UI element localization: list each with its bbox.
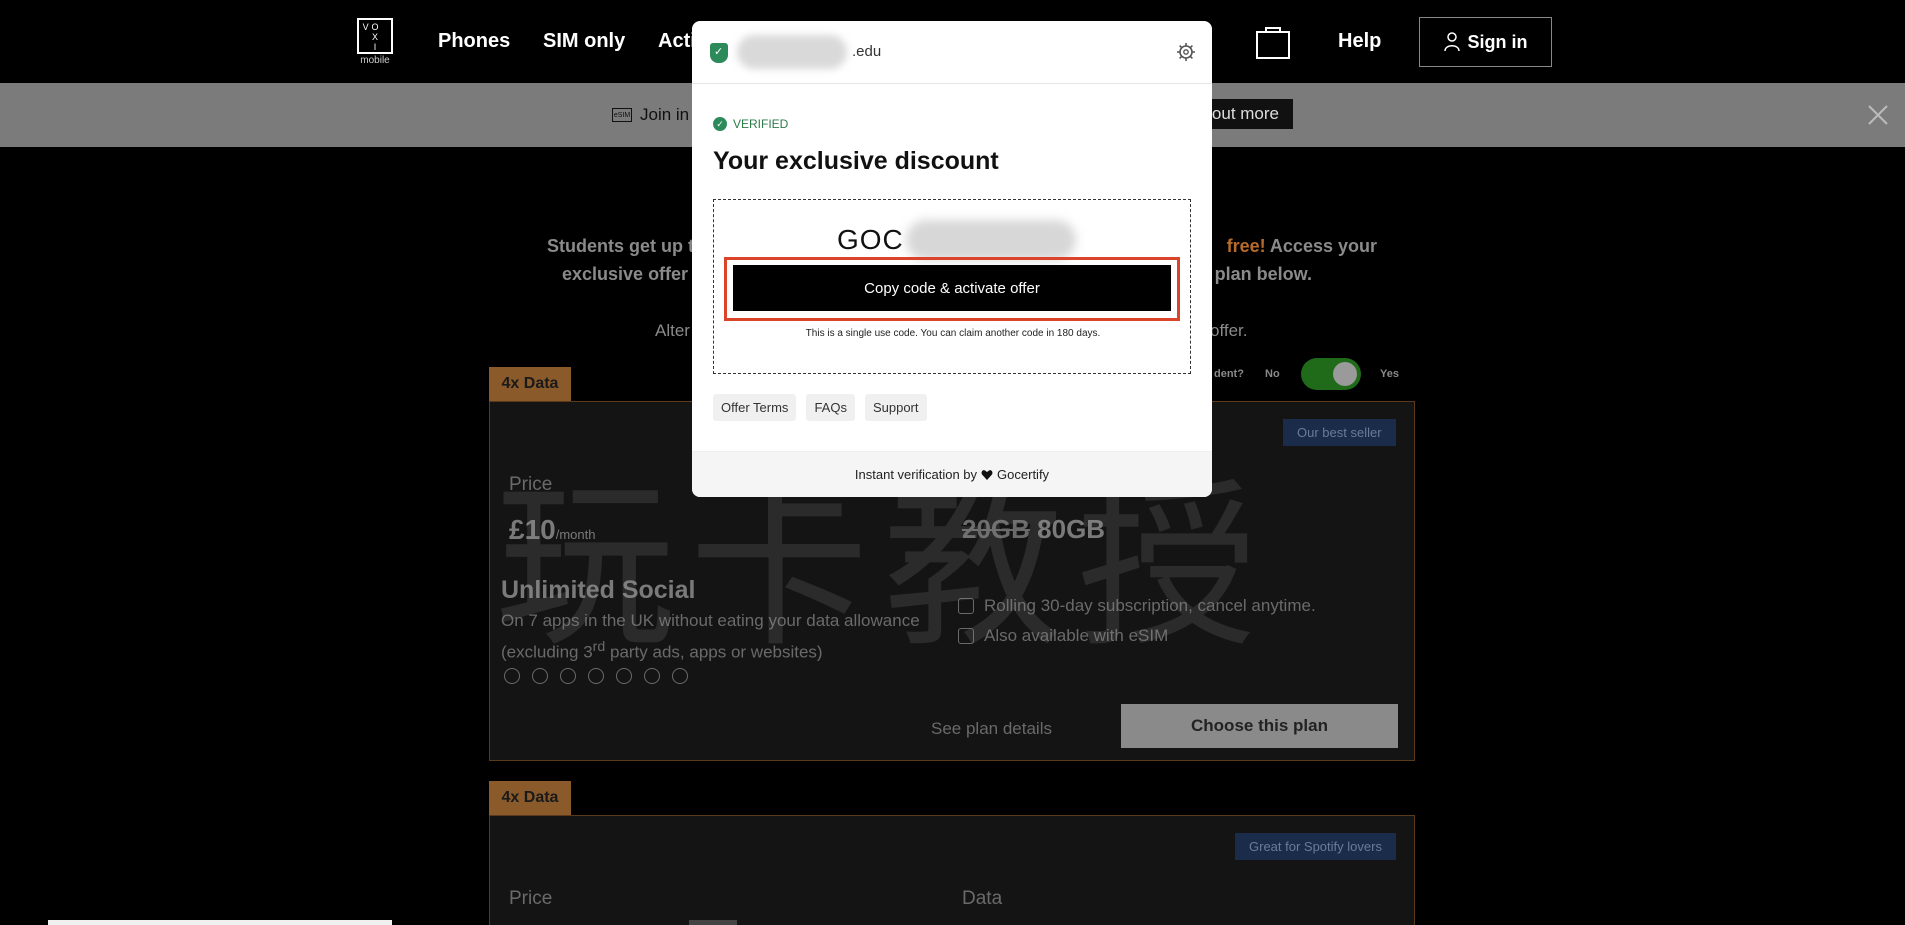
bottom-bar-segment [689, 920, 737, 925]
verified-label: VERIFIED [733, 117, 789, 131]
price-label: Price [509, 888, 553, 909]
single-use-note: This is a single use code. You can claim… [805, 328, 1101, 339]
logo-letter [380, 22, 389, 32]
discount-code: GOC [837, 224, 904, 255]
nav-link-activate[interactable]: Acti [658, 30, 696, 53]
nav-link-help[interactable]: Help [1338, 30, 1381, 53]
footer-text: Instant verification by [854, 467, 978, 482]
see-plan-details-link[interactable]: See plan details [931, 719, 1052, 739]
offer-terms-link[interactable]: Offer Terms [713, 394, 797, 421]
alt-text-start: Alter [655, 321, 690, 340]
copy-code-button[interactable]: Copy code & activate offer [733, 265, 1171, 311]
card-tag: 4x Data [489, 367, 571, 401]
toggle-knob [1333, 362, 1357, 386]
banner-label: Join in [640, 105, 690, 124]
toggle-yes-label: Yes [1380, 368, 1399, 380]
modal-header: .edu [692, 21, 1212, 84]
verified-badge: ✓ VERIFIED [713, 117, 788, 131]
redacted-email [737, 35, 847, 69]
voxi-logo[interactable]: V O X I mobile [356, 18, 394, 68]
best-seller-badge: Our best seller [1283, 419, 1396, 446]
gear-icon[interactable] [1176, 42, 1196, 62]
modal-links: Offer Terms FAQs Support [713, 394, 927, 421]
card-tag: 4x Data [489, 781, 571, 815]
sign-in-button[interactable]: Sign in [1419, 17, 1552, 67]
hero-access: Access your [1265, 236, 1377, 256]
nav-link-sim-only[interactable]: SIM only [543, 30, 625, 53]
faqs-link[interactable]: FAQs [806, 394, 855, 421]
modal-footer: Instant verification by Gocertify [692, 451, 1212, 497]
plan-card: Great for Spotify lovers Price Data [489, 815, 1415, 925]
code-box: GOC Copy code & activate offer This is a… [713, 199, 1191, 374]
banner-text: eSIM Join in [612, 105, 689, 125]
hero-free: free! [1226, 236, 1266, 256]
nav-link-phones[interactable]: Phones [438, 30, 510, 53]
gocertify-logo-icon [981, 469, 993, 480]
basket-icon[interactable] [1254, 24, 1292, 60]
user-icon [1443, 32, 1460, 52]
redacted-code [906, 220, 1076, 260]
discount-modal: .edu ✓ VERIFIED Your exclusive discount … [692, 21, 1212, 497]
logo-letter: X [371, 32, 378, 42]
check-icon: ✓ [713, 117, 727, 131]
student-question: dent? [1214, 368, 1244, 380]
logo-letter [361, 42, 370, 52]
alt-text-end: offer. [1210, 321, 1248, 340]
esim-icon: eSIM [612, 108, 632, 122]
shield-check-icon [710, 43, 728, 63]
email-domain: .edu [852, 43, 882, 60]
logo-letter [380, 42, 389, 52]
data-label: Data [962, 888, 1003, 909]
sign-in-label: Sign in [1467, 31, 1528, 52]
toggle-no-label: No [1265, 368, 1280, 380]
hero-line1-end: free! Access your [1227, 232, 1377, 260]
logo-subtitle: mobile [360, 55, 390, 66]
hero-line2-start: exclusive offer [562, 264, 689, 284]
logo-letter: I [373, 42, 377, 52]
close-icon[interactable] [1865, 102, 1891, 128]
spotify-badge: Great for Spotify lovers [1235, 833, 1396, 860]
modal-title: Your exclusive discount [713, 147, 999, 175]
logo-letter [380, 32, 389, 42]
logo-letter [361, 32, 370, 42]
support-link[interactable]: Support [864, 394, 927, 421]
student-toggle[interactable] [1301, 358, 1361, 390]
choose-plan-button[interactable]: Choose this plan [1121, 704, 1398, 748]
footer-brand[interactable]: Gocertify [997, 467, 1049, 482]
logo-letter: O [371, 22, 379, 32]
logo-mark: V O X I [357, 18, 393, 54]
hero-line1-start: Students get up t [547, 236, 694, 256]
bottom-bar [48, 920, 392, 925]
logo-letter: V [362, 22, 369, 32]
